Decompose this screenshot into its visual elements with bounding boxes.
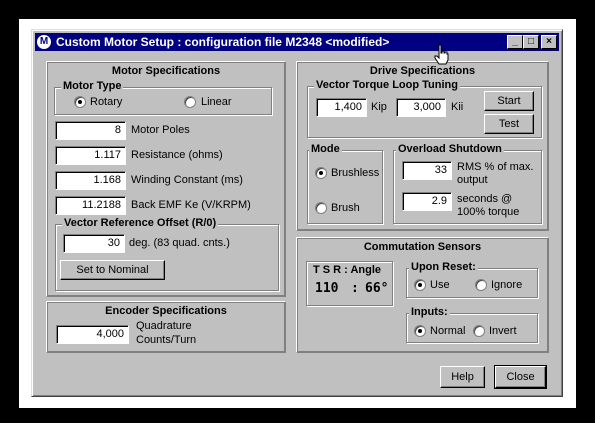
motor-poles-label: Motor Poles [131, 124, 190, 136]
rotary-radio[interactable] [74, 96, 86, 108]
start-button[interactable]: Start [484, 91, 534, 111]
inputs-group: Inputs: Normal Invert [406, 306, 538, 343]
motor-specifications-panel: Motor Specifications Motor Type Rotary L… [46, 61, 286, 297]
mode-group: Mode Brushless Brush [307, 143, 383, 224]
motor-type-label: Motor Type [61, 80, 124, 92]
tsr-separator: : [351, 281, 359, 296]
window-title: Custom Motor Setup : configuration file … [56, 35, 390, 49]
encoder-specifications-panel: Encoder Specifications 4,000 Quadrature … [46, 301, 286, 353]
hand-cursor-icon [434, 44, 449, 65]
kii-input[interactable]: 3,000 [396, 98, 446, 117]
back-emf-input[interactable]: 11.2188 [55, 196, 126, 215]
app-icon[interactable]: M [37, 35, 51, 49]
encoder-specifications-title: Encoder Specifications [105, 305, 227, 317]
overload-shutdown-group: Overload Shutdown 33 RMS % of max. outpu… [393, 143, 542, 224]
use-label[interactable]: Use [430, 279, 450, 291]
brush-radio[interactable] [315, 202, 327, 214]
commutation-sensors-title: Commutation Sensors [363, 241, 482, 253]
ignore-radio[interactable] [475, 279, 487, 291]
mode-label: Mode [309, 143, 342, 155]
tsr-value: 110 [315, 281, 339, 296]
drive-specifications-title: Drive Specifications [369, 65, 476, 77]
rms-percent-input[interactable]: 33 [402, 161, 452, 180]
normal-label[interactable]: Normal [430, 325, 465, 337]
title-bar[interactable]: M Custom Motor Setup : configuration fil… [35, 33, 559, 51]
overload-shutdown-label: Overload Shutdown [396, 143, 504, 155]
rotary-label[interactable]: Rotary [90, 96, 122, 108]
vector-offset-input[interactable]: 30 [63, 234, 125, 253]
motor-poles-input[interactable]: 8 [55, 121, 126, 140]
back-emf-label: Back EMF Ke (V/KRPM) [131, 199, 251, 211]
rms-label-line1: RMS % of max. [457, 161, 534, 173]
motor-specifications-title: Motor Specifications [111, 65, 221, 77]
motor-type-group: Motor Type Rotary Linear [54, 80, 272, 115]
inputs-label: Inputs: [409, 306, 450, 318]
winding-constant-input[interactable]: 1.168 [55, 171, 126, 190]
linear-radio[interactable] [184, 96, 196, 108]
normal-radio[interactable] [414, 325, 426, 337]
encoder-label-line1: Quadrature [136, 320, 192, 332]
ignore-label[interactable]: Ignore [491, 279, 522, 291]
maximize-button[interactable]: □ [523, 35, 539, 49]
vector-reference-offset-group: Vector Reference Offset (R/0) 30 deg. (8… [55, 217, 279, 291]
upon-reset-label: Upon Reset: [409, 261, 478, 273]
seconds-label-line2: 100% torque [457, 206, 520, 218]
tsr-angle-group: T S R : Angle 110 : 66° [306, 261, 393, 306]
kip-label: Kip [371, 101, 387, 113]
kii-label: Kii [451, 101, 464, 113]
set-to-nominal-button[interactable]: Set to Nominal [60, 260, 165, 280]
winding-constant-label: Winding Constant (ms) [131, 174, 243, 186]
kip-input[interactable]: 1,400 [316, 98, 367, 117]
vector-offset-unit: deg. (83 quad. cnts.) [129, 237, 230, 249]
brushless-radio[interactable] [315, 167, 327, 179]
linear-label[interactable]: Linear [201, 96, 232, 108]
drive-specifications-panel: Drive Specifications Vector Torque Loop … [296, 61, 549, 231]
vector-torque-loop-label: Vector Torque Loop Tuning [314, 79, 460, 91]
invert-label[interactable]: Invert [489, 325, 517, 337]
use-radio[interactable] [414, 279, 426, 291]
vector-reference-offset-label: Vector Reference Offset (R/0) [62, 217, 219, 229]
close-button[interactable]: Close [494, 365, 547, 389]
test-button[interactable]: Test [484, 114, 534, 134]
brush-label[interactable]: Brush [331, 202, 360, 214]
seconds-label-line1: seconds @ [457, 193, 513, 205]
help-button[interactable]: Help [440, 366, 485, 388]
close-window-button[interactable]: × [541, 35, 557, 49]
encoder-label-line2: Counts/Turn [136, 334, 197, 346]
upon-reset-group: Upon Reset: Use Ignore [406, 261, 538, 298]
resistance-label: Resistance (ohms) [131, 149, 223, 161]
resistance-input[interactable]: 1.117 [55, 146, 126, 165]
tsr-angle-label: T S R : Angle [313, 264, 382, 276]
invert-radio[interactable] [473, 325, 485, 337]
encoder-counts-input[interactable]: 4,000 [56, 325, 129, 344]
vector-torque-loop-group: Vector Torque Loop Tuning 1,400 Kip 3,00… [307, 79, 542, 138]
motor-setup-window: M Custom Motor Setup : configuration fil… [31, 29, 563, 397]
commutation-sensors-panel: Commutation Sensors T S R : Angle 110 : … [296, 237, 549, 353]
angle-value: 66° [365, 281, 389, 296]
minimize-button[interactable]: _ [507, 35, 523, 49]
overload-seconds-input[interactable]: 2.9 [402, 192, 452, 211]
rms-label-line2: output [457, 174, 488, 186]
brushless-label[interactable]: Brushless [331, 167, 379, 179]
